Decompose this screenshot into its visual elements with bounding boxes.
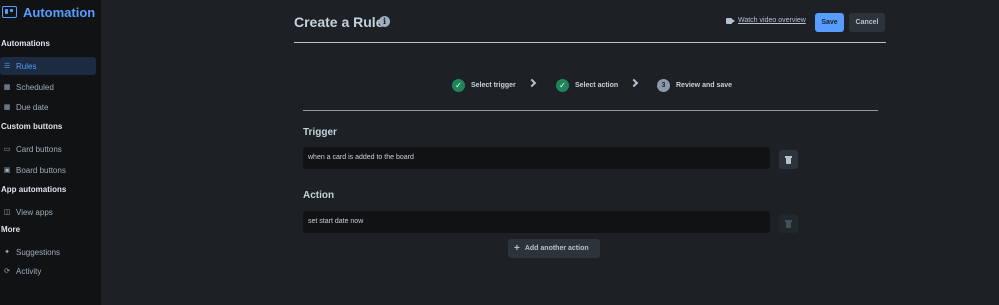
- page-title: Create a Rule: [294, 14, 384, 30]
- delete-action-button[interactable]: [779, 214, 798, 233]
- add-action-label: Add another action: [524, 245, 589, 252]
- step-select-action[interactable]: ✓ Select action: [556, 79, 618, 92]
- trigger-field[interactable]: when a card is added to the board: [303, 147, 770, 169]
- save-button[interactable]: Save: [815, 13, 844, 32]
- check-icon: ✓: [556, 79, 569, 92]
- check-icon: ✓: [452, 79, 465, 92]
- sparkle-icon: ✦: [4, 248, 10, 256]
- sidebar-item-card-buttons[interactable]: ▭ Card buttons: [0, 140, 96, 158]
- sidebar-item-label: Activity: [16, 266, 42, 276]
- section-custom-buttons: Custom buttons: [1, 122, 63, 131]
- trash-icon: [785, 220, 792, 228]
- info-icon[interactable]: i: [379, 16, 390, 27]
- calendar-icon: ▦: [3, 83, 11, 91]
- step-label: Select action: [575, 82, 619, 89]
- sidebar-item-label: Rules: [16, 61, 37, 71]
- sidebar: Automation Automations ☰ Rules ▦ Schedul…: [0, 0, 101, 305]
- sidebar-item-activity[interactable]: ⟳ Activity: [0, 262, 96, 280]
- board-icon: ▣: [3, 166, 11, 174]
- stepper-divider: [303, 110, 878, 111]
- sidebar-item-label: Due date: [16, 102, 49, 112]
- app-title: Automation: [23, 4, 96, 20]
- sidebar-item-label: Suggestions: [16, 247, 61, 257]
- add-another-action-button[interactable]: + Add another action: [508, 239, 600, 258]
- watch-video-link[interactable]: Watch video overview: [726, 17, 806, 24]
- section-more: More: [1, 225, 21, 234]
- automation-icon: [2, 6, 17, 18]
- sidebar-item-suggestions[interactable]: ✦ Suggestions: [0, 243, 96, 261]
- section-app-automations: App automations: [1, 185, 67, 194]
- video-camera-icon: [726, 17, 735, 24]
- delete-trigger-button[interactable]: [779, 150, 798, 169]
- trash-icon: [785, 156, 792, 164]
- sidebar-item-label: Scheduled: [16, 82, 54, 92]
- step-review-and-save: 3 Review and save: [657, 79, 732, 92]
- step-label: Review and save: [676, 82, 733, 89]
- sidebar-item-label: Board buttons: [16, 165, 66, 175]
- section-automations: Automations: [1, 39, 50, 48]
- chevron-right-icon: [629, 78, 639, 88]
- calendar-icon: ▦: [3, 103, 11, 111]
- chevron-right-icon: [527, 78, 537, 88]
- sidebar-item-scheduled[interactable]: ▦ Scheduled: [0, 78, 96, 96]
- action-field[interactable]: set start date now: [303, 211, 770, 233]
- step-select-trigger[interactable]: ✓ Select trigger: [452, 79, 516, 92]
- action-heading: Action: [303, 190, 335, 201]
- sidebar-item-board-buttons[interactable]: ▣ Board buttons: [0, 161, 96, 179]
- sliders-icon: ☰: [3, 62, 11, 70]
- watch-video-label: Watch video overview: [738, 17, 806, 24]
- step-number: 3: [657, 79, 670, 92]
- cancel-button[interactable]: Cancel: [849, 13, 885, 32]
- step-label: Select trigger: [471, 82, 516, 89]
- card-icon: ▭: [3, 145, 11, 153]
- refresh-icon: ⟳: [4, 267, 10, 275]
- sidebar-item-label: View apps: [16, 207, 53, 217]
- plus-icon: +: [514, 242, 520, 254]
- view-icon: ◫: [3, 208, 11, 216]
- sidebar-item-view-apps[interactable]: ◫ View apps: [0, 203, 96, 221]
- trigger-heading: Trigger: [303, 127, 337, 138]
- sidebar-item-rules[interactable]: ☰ Rules: [0, 57, 96, 75]
- header-divider: [294, 42, 886, 43]
- brand[interactable]: Automation: [2, 4, 95, 20]
- sidebar-item-due-date[interactable]: ▦ Due date: [0, 98, 96, 116]
- sidebar-item-label: Card buttons: [16, 144, 62, 154]
